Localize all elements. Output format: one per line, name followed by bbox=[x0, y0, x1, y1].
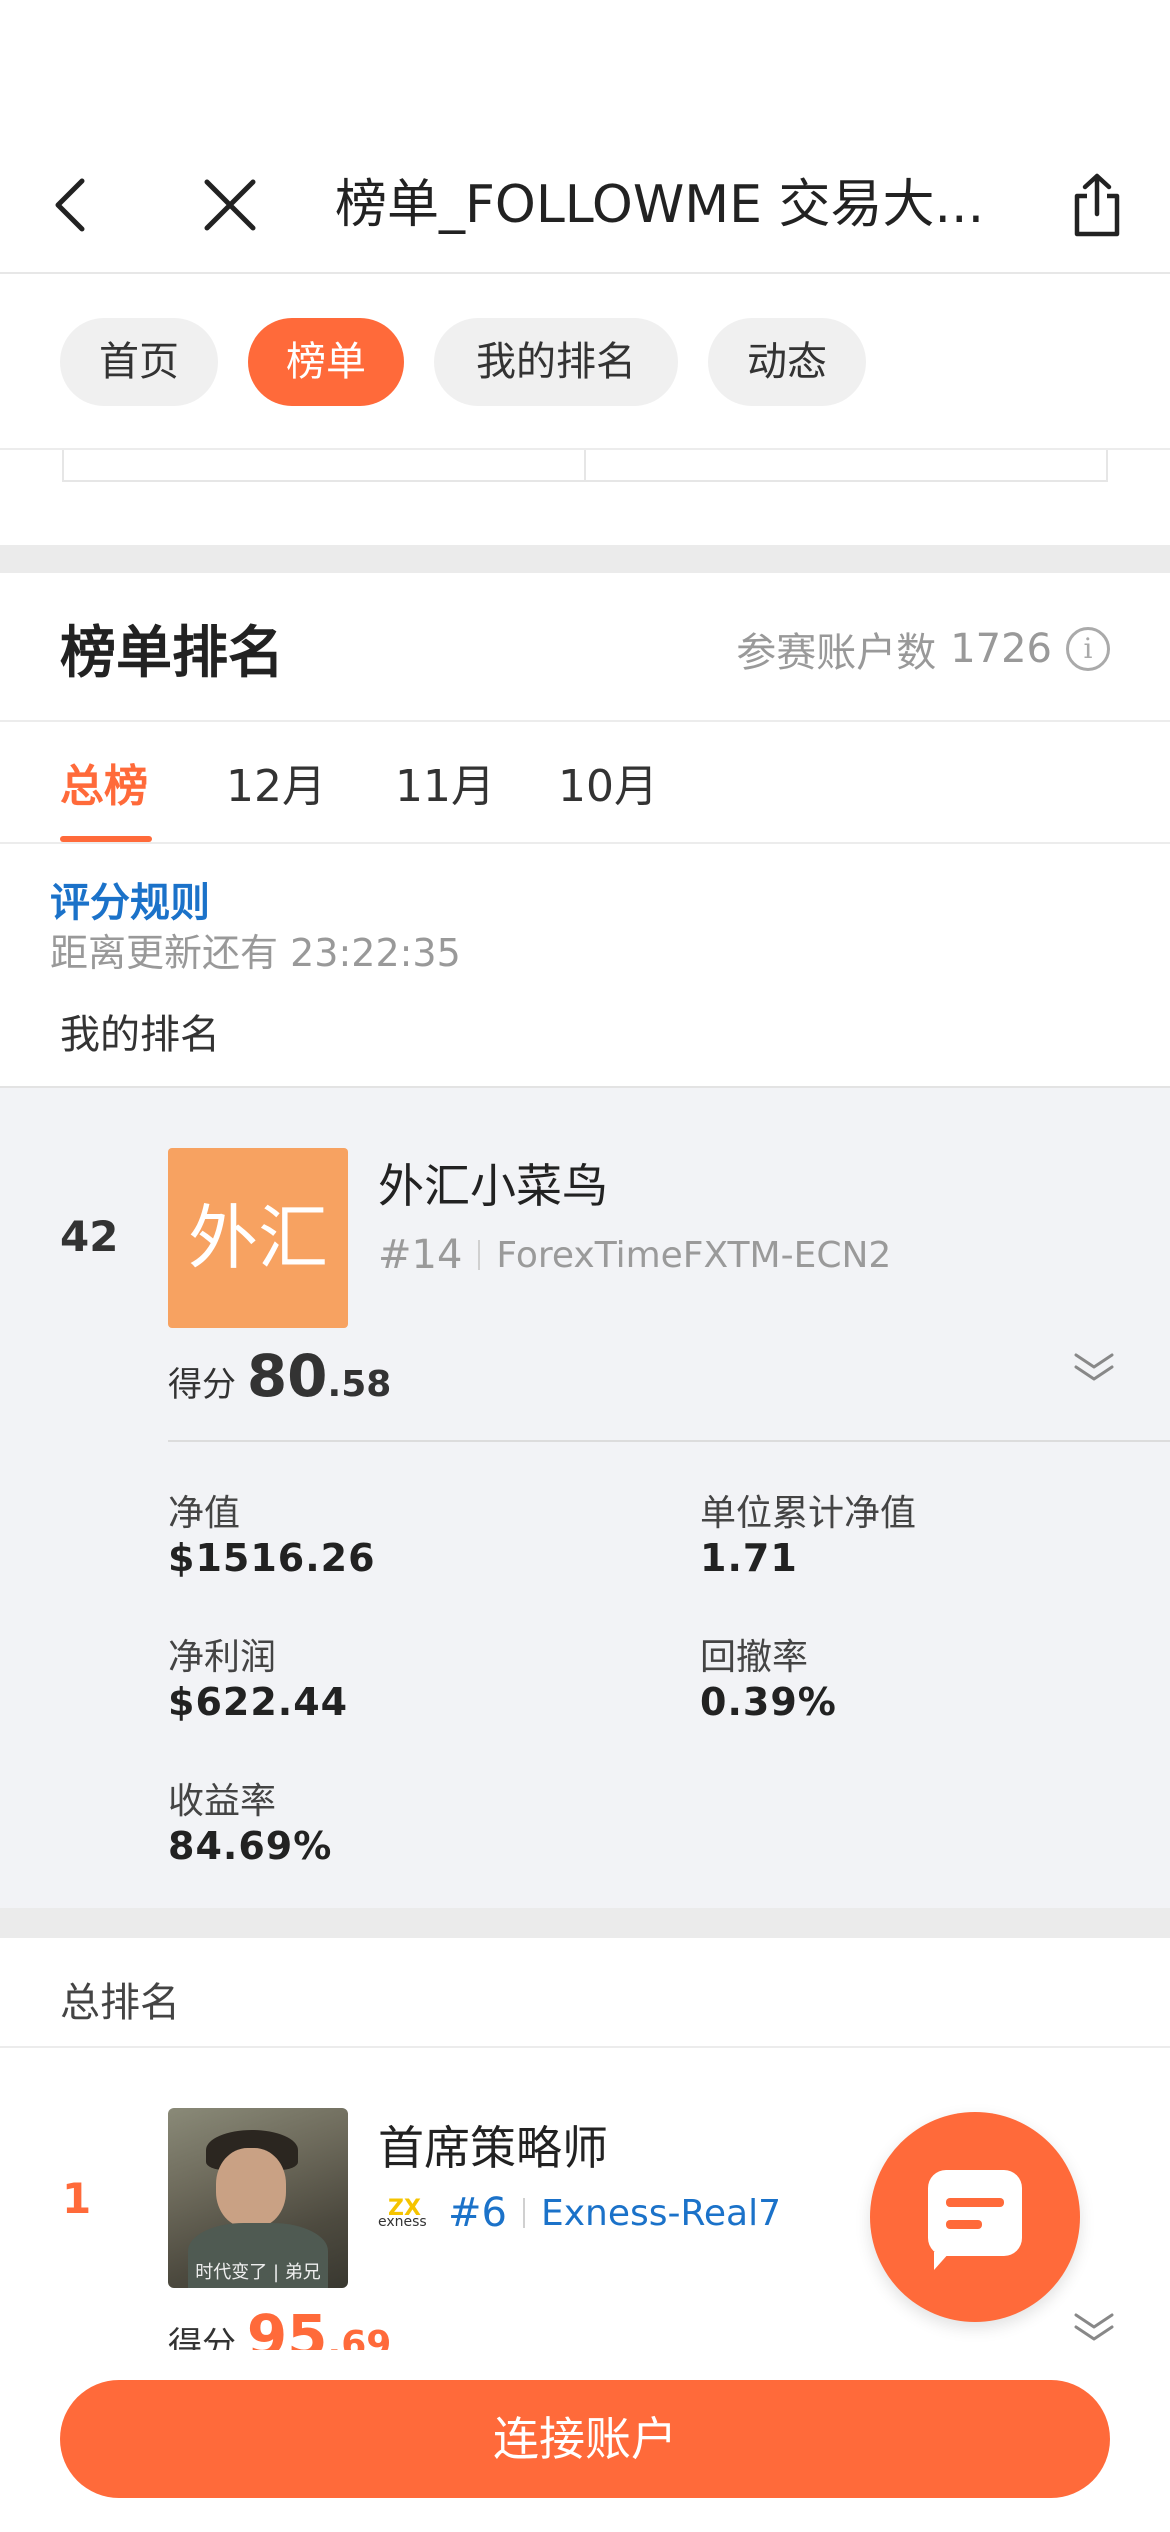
tab-december[interactable]: 12月 bbox=[226, 750, 326, 814]
participants-count: 参赛账户数 1726 i bbox=[736, 620, 1110, 678]
chat-button[interactable] bbox=[870, 2112, 1080, 2322]
update-countdown: 距离更新还有 23:22:35 bbox=[50, 922, 461, 977]
my-score: 得分 80.58 bbox=[168, 1342, 391, 1410]
score-label: 得分 bbox=[168, 1365, 236, 1405]
participants-label: 参赛账户数 bbox=[736, 630, 937, 676]
section-tabs: 首页 榜单 我的排名 动态 bbox=[0, 274, 1170, 450]
back-icon[interactable] bbox=[35, 170, 105, 240]
top-entry-meta: ZX exness #6 Exness-Real7 bbox=[378, 2190, 781, 2236]
unit-nav-value: 1.71 bbox=[700, 1536, 798, 1580]
broker-name: ForexTimeFXTM-ECN2 bbox=[496, 1234, 892, 1276]
drawdown-value: 0.39% bbox=[700, 1680, 837, 1724]
tab-october[interactable]: 10月 bbox=[558, 750, 658, 814]
top-nav-bar: 榜单_FOLLOWME 交易大... bbox=[0, 0, 1170, 274]
connect-account-button[interactable]: 连接账户 bbox=[60, 2380, 1110, 2498]
section-divider bbox=[0, 545, 1170, 573]
previous-table-fragment bbox=[62, 450, 1108, 482]
tab-feed[interactable]: 动态 bbox=[708, 318, 866, 406]
separator bbox=[522, 2198, 525, 2228]
tab-leaderboard[interactable]: 榜单 bbox=[248, 318, 404, 406]
share-icon[interactable] bbox=[1062, 170, 1132, 240]
my-rank-number: 42 bbox=[60, 1212, 119, 1261]
divider bbox=[0, 720, 1170, 722]
photo-caption: 时代变了 | 弟兄 bbox=[195, 2262, 321, 2283]
page-title: 榜单_FOLLOWME 交易大... bbox=[335, 175, 985, 235]
divider bbox=[0, 2046, 1170, 2048]
countdown-value: 23:22:35 bbox=[290, 931, 461, 975]
divider bbox=[0, 842, 1170, 844]
return-label: 收益率 bbox=[168, 1781, 277, 1822]
chevron-down-icon[interactable] bbox=[1072, 2312, 1116, 2342]
section-divider bbox=[0, 1908, 1170, 1938]
countdown-label: 距离更新还有 bbox=[50, 931, 279, 975]
my-rank-label: 我的排名 bbox=[60, 1012, 220, 1058]
equity-label: 净值 bbox=[168, 1493, 241, 1534]
top-entry-name: 首席策略师 bbox=[378, 2121, 608, 2175]
tab-my-rank[interactable]: 我的排名 bbox=[434, 318, 678, 406]
avatar: 外汇 bbox=[168, 1148, 348, 1328]
total-rank-label: 总排名 bbox=[60, 1980, 180, 2026]
score-integer: 80 bbox=[246, 1342, 328, 1410]
participants-value: 1726 bbox=[950, 626, 1052, 672]
avatar: 时代变了 | 弟兄 bbox=[168, 2108, 348, 2288]
account-number: #14 bbox=[378, 1232, 463, 1278]
close-icon[interactable] bbox=[195, 170, 265, 240]
tab-november[interactable]: 11月 bbox=[395, 750, 495, 814]
scoring-rules-link[interactable]: 评分规则 bbox=[50, 870, 210, 928]
net-profit-label: 净利润 bbox=[168, 1637, 277, 1678]
net-profit-value: $622.44 bbox=[168, 1680, 349, 1724]
ranking-title: 榜单排名 bbox=[60, 621, 284, 686]
chevron-down-icon[interactable] bbox=[1072, 1352, 1116, 1382]
top-rank-number: 1 bbox=[62, 2174, 92, 2223]
my-entry-meta: #14 ForexTimeFXTM-ECN2 bbox=[378, 1232, 891, 1278]
drawdown-label: 回撤率 bbox=[700, 1637, 809, 1678]
tab-home[interactable]: 首页 bbox=[60, 318, 218, 406]
broker-logo-icon: ZX exness bbox=[378, 2196, 427, 2230]
score-decimal: .58 bbox=[327, 1364, 392, 1405]
separator bbox=[478, 1240, 481, 1270]
info-icon[interactable]: i bbox=[1066, 627, 1110, 671]
chat-icon bbox=[928, 2170, 1022, 2270]
my-entry-name: 外汇小菜鸟 bbox=[378, 1159, 608, 1213]
account-number[interactable]: #6 bbox=[448, 2190, 507, 2236]
divider bbox=[168, 1440, 1170, 1442]
tab-overall[interactable]: 总榜 bbox=[60, 750, 148, 814]
broker-name[interactable]: Exness-Real7 bbox=[541, 2193, 781, 2234]
equity-value: $1516.26 bbox=[168, 1536, 376, 1580]
unit-nav-label: 单位累计净值 bbox=[700, 1493, 917, 1534]
return-value: 84.69% bbox=[168, 1824, 333, 1868]
